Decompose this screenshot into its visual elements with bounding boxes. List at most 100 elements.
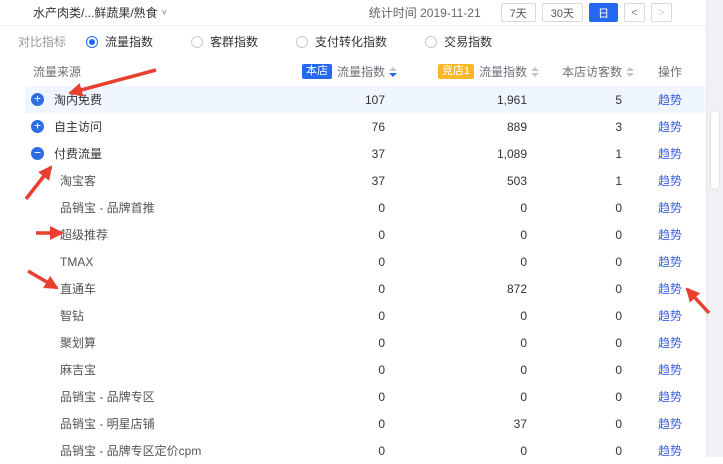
traffic-source-cell: 聚划算 bbox=[25, 334, 273, 351]
shop-visitors-value: 5 bbox=[527, 93, 622, 107]
topbar: 水产肉类/...鲜蔬果/熟食 ∨ 统计时间 2019-11-21 7天 30天日 … bbox=[0, 0, 706, 26]
trend-link[interactable]: 趋势 bbox=[658, 336, 682, 350]
traffic-source-name: TMAX bbox=[60, 255, 93, 269]
expand-plus-icon[interactable]: + bbox=[31, 120, 44, 133]
traffic-source-name: 智钻 bbox=[60, 307, 84, 324]
scrollbar-track[interactable] bbox=[706, 0, 723, 457]
category-selector[interactable]: 水产肉类/...鲜蔬果/熟食 ∨ bbox=[33, 4, 168, 21]
traffic-source-cell: 麻吉宝 bbox=[25, 361, 273, 378]
radio-checked-icon[interactable] bbox=[86, 36, 98, 48]
column-shop-index[interactable]: 本店 流量指数 bbox=[273, 63, 385, 80]
operations-cell: 趋势 bbox=[622, 334, 705, 351]
scrollbar-thumb[interactable] bbox=[710, 110, 720, 190]
competitor-index-value: 1,089 bbox=[385, 147, 527, 161]
traffic-source-cell: TMAX bbox=[25, 255, 273, 269]
trend-link[interactable]: 趋势 bbox=[658, 282, 682, 296]
shop-index-value: 0 bbox=[273, 336, 385, 350]
metric-radio-1[interactable]: 客群指数 bbox=[191, 33, 258, 50]
table-row: +自主访问768893趋势 bbox=[25, 113, 705, 140]
metric-radio-0[interactable]: 流量指数 bbox=[86, 33, 153, 50]
metric-radio-3[interactable]: 交易指数 bbox=[425, 33, 492, 50]
competitor-index-value: 1,961 bbox=[385, 93, 527, 107]
traffic-source-cell: 超级推荐 bbox=[25, 226, 273, 243]
table-row: 淘宝客375031趋势 bbox=[25, 167, 705, 194]
next-day-button[interactable]: > bbox=[651, 3, 672, 22]
trend-link[interactable]: 趋势 bbox=[658, 93, 682, 107]
chevron-down-icon: ∨ bbox=[161, 8, 168, 17]
range-buttons: 7天 30天日 bbox=[495, 3, 618, 22]
operations-cell: 趋势 bbox=[622, 91, 705, 108]
range-button-7天[interactable]: 7天 bbox=[501, 3, 536, 22]
shop-visitors-value: 0 bbox=[527, 309, 622, 323]
traffic-source-cell: 品销宝 - 品牌专区定价cpm bbox=[25, 442, 273, 459]
column-operations: 操作 bbox=[622, 63, 705, 80]
operations-cell: 趋势 bbox=[622, 172, 705, 189]
trend-link[interactable]: 趋势 bbox=[658, 417, 682, 431]
competitor-index-value: 503 bbox=[385, 174, 527, 188]
trend-link[interactable]: 趋势 bbox=[658, 120, 682, 134]
competitor-index-value: 0 bbox=[385, 336, 527, 350]
shop-index-value: 0 bbox=[273, 282, 385, 296]
collapse-minus-icon[interactable]: − bbox=[31, 147, 44, 160]
shop-badge: 本店 bbox=[302, 64, 332, 79]
shop-index-value: 37 bbox=[273, 174, 385, 188]
table-row: 直通车08720趋势 bbox=[25, 275, 705, 302]
competitor-metric-label: 流量指数 bbox=[479, 63, 527, 80]
competitor-index-value: 0 bbox=[385, 228, 527, 242]
radio-icon[interactable] bbox=[425, 36, 437, 48]
traffic-source-cell: + 淘内免费 bbox=[25, 91, 273, 108]
traffic-source-name: 品销宝 - 品牌专区 bbox=[60, 388, 155, 405]
metric-radio-2[interactable]: 支付转化指数 bbox=[296, 33, 387, 50]
shop-visitors-value: 3 bbox=[527, 120, 622, 134]
competitor-index-value: 37 bbox=[385, 417, 527, 431]
traffic-source-name: 麻吉宝 bbox=[60, 361, 96, 378]
expand-plus-icon[interactable]: + bbox=[31, 93, 44, 106]
operations-cell: 趋势 bbox=[622, 388, 705, 405]
column-shop-visitors[interactable]: 本店访客数 bbox=[527, 63, 622, 80]
shop-index-value: 0 bbox=[273, 444, 385, 458]
trend-link[interactable]: 趋势 bbox=[658, 444, 682, 458]
trend-link[interactable]: 趋势 bbox=[658, 201, 682, 215]
trend-link[interactable]: 趋势 bbox=[658, 363, 682, 377]
metric-radio-group: 流量指数 客群指数 支付转化指数 交易指数 bbox=[86, 33, 530, 50]
stats-time-label: 统计时间 2019-11-21 bbox=[369, 4, 481, 21]
metric-radio-label: 客群指数 bbox=[210, 33, 258, 50]
traffic-source-cell: 品销宝 - 明星店铺 bbox=[25, 415, 273, 432]
shop-visitors-value: 0 bbox=[527, 336, 622, 350]
table-row: 智钻000趋势 bbox=[25, 302, 705, 329]
trend-link[interactable]: 趋势 bbox=[658, 228, 682, 242]
radio-icon[interactable] bbox=[296, 36, 308, 48]
traffic-source-cell: 直通车 bbox=[25, 280, 273, 297]
trend-link[interactable]: 趋势 bbox=[658, 390, 682, 404]
shop-visitors-value: 1 bbox=[527, 147, 622, 161]
competitor-index-value: 0 bbox=[385, 309, 527, 323]
shop-index-value: 0 bbox=[273, 390, 385, 404]
traffic-source-name: 淘宝客 bbox=[60, 172, 96, 189]
traffic-source-cell: 品销宝 - 品牌专区 bbox=[25, 388, 273, 405]
metric-radio-label: 交易指数 bbox=[444, 33, 492, 50]
traffic-source-name: 淘内免费 bbox=[54, 91, 102, 108]
shop-index-value: 0 bbox=[273, 255, 385, 269]
range-button-30天[interactable]: 30天 bbox=[542, 3, 583, 22]
shop-index-value: 0 bbox=[273, 417, 385, 431]
shop-visitors-value: 0 bbox=[527, 390, 622, 404]
trend-link[interactable]: 趋势 bbox=[658, 147, 682, 161]
radio-icon[interactable] bbox=[191, 36, 203, 48]
trend-link[interactable]: 趋势 bbox=[658, 255, 682, 269]
competitor-index-value: 0 bbox=[385, 255, 527, 269]
time-controls: 统计时间 2019-11-21 7天 30天日 < > bbox=[369, 3, 672, 22]
traffic-source-cell: 智钻 bbox=[25, 307, 273, 324]
prev-day-button[interactable]: < bbox=[624, 3, 645, 22]
operations-cell: 趋势 bbox=[622, 280, 705, 297]
trend-link[interactable]: 趋势 bbox=[658, 174, 682, 188]
shop-index-value: 37 bbox=[273, 147, 385, 161]
range-button-日[interactable]: 日 bbox=[589, 3, 618, 22]
shop-metric-label: 流量指数 bbox=[337, 63, 385, 80]
shop-visitors-value: 0 bbox=[527, 255, 622, 269]
operations-cell: 趋势 bbox=[622, 307, 705, 324]
operations-cell: 趋势 bbox=[622, 199, 705, 216]
column-competitor-index[interactable]: 竞店1 流量指数 bbox=[385, 63, 527, 80]
trend-link[interactable]: 趋势 bbox=[658, 309, 682, 323]
shop-index-value: 0 bbox=[273, 363, 385, 377]
table-row: 品销宝 - 品牌专区定价cpm000趋势 bbox=[25, 437, 705, 464]
